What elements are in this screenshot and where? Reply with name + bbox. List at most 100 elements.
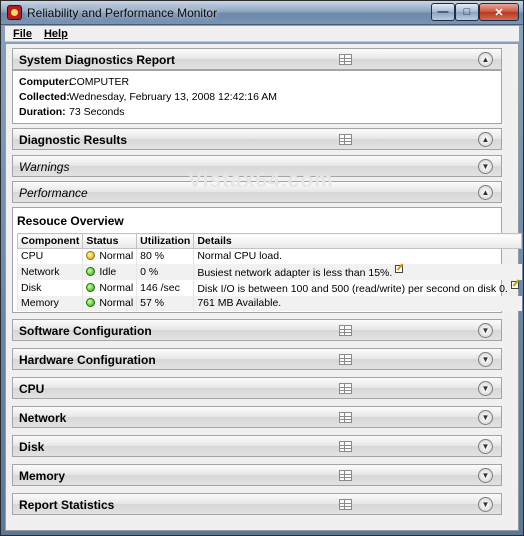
chevron-up-icon[interactable]: ▲ <box>478 132 493 147</box>
status-cell: Idle <box>82 263 137 280</box>
table-view-icon[interactable] <box>339 54 352 65</box>
table-view-icon[interactable] <box>339 470 352 481</box>
menu-file[interactable]: File <box>13 28 32 40</box>
section-label: Software Configuration <box>19 324 152 338</box>
computer-row: Computer:COMPUTER <box>19 76 129 88</box>
component-cell: Network <box>16 263 83 280</box>
section-label: Warnings <box>19 160 70 174</box>
table-row: Memory Normal 57 % 761 MB Available. <box>16 295 522 311</box>
status-green-icon <box>86 282 96 292</box>
collected-value: Wednesday, February 13, 2008 12:42:16 AM <box>69 91 277 103</box>
column-header-component[interactable]: Component <box>16 233 84 249</box>
status-text: Normal <box>99 297 134 309</box>
status-text: Idle <box>99 265 117 278</box>
status-text: Normal <box>99 281 134 294</box>
chevron-down-icon[interactable]: ▼ <box>478 323 493 338</box>
table-view-icon[interactable] <box>339 441 352 452</box>
minimize-button[interactable]: — <box>431 3 455 21</box>
report-info-panel: Computer:COMPUTER Collected:Wednesday, F… <box>12 70 502 124</box>
utilization-cell: 57 % <box>136 295 194 311</box>
status-cell: Normal <box>82 248 137 264</box>
section-software-configuration[interactable]: Software Configuration ▼ <box>12 319 502 341</box>
computer-label: Computer: <box>19 76 73 88</box>
table-row: Disk Normal 146 /sec Disk I/O is between… <box>16 279 522 296</box>
chevron-down-icon[interactable]: ▼ <box>478 468 493 483</box>
table-header-row: Component Status Utilization Details <box>16 233 523 249</box>
section-label: Memory <box>19 469 66 483</box>
details-cell: 761 MB Available. <box>193 295 522 311</box>
table-view-icon[interactable] <box>339 354 352 365</box>
duration-value: 73 Seconds <box>69 106 125 118</box>
chevron-up-icon[interactable]: ▲ <box>478 185 493 200</box>
section-label: Network <box>19 411 67 425</box>
section-network[interactable]: Network ▼ <box>12 406 502 428</box>
details-cell: Normal CPU load. <box>193 248 522 264</box>
report-content: System Diagnostics Report ▲ Computer:COM… <box>5 43 523 531</box>
details-text: Disk I/O is between 100 and 500 (read/wr… <box>197 282 508 295</box>
column-header-utilization[interactable]: Utilization <box>136 233 195 249</box>
chevron-up-icon[interactable]: ▲ <box>478 52 493 67</box>
resource-table: Component Status Utilization Details CPU… <box>16 233 523 311</box>
table-view-icon[interactable] <box>339 325 352 336</box>
note-icon[interactable] <box>510 280 519 289</box>
note-icon[interactable] <box>395 264 404 273</box>
table-view-icon[interactable] <box>339 383 352 394</box>
status-yellow-icon <box>86 251 96 261</box>
table-row: CPU Normal 80 % Normal CPU load. <box>16 248 522 264</box>
utilization-cell: 0 % <box>136 263 194 280</box>
section-report-statistics[interactable]: Report Statistics ▼ <box>12 493 502 515</box>
chevron-down-icon[interactable]: ▼ <box>478 410 493 425</box>
window-title: Reliability and Performance Monitor <box>27 6 218 20</box>
report-title: System Diagnostics Report <box>19 53 176 67</box>
chevron-down-icon[interactable]: ▼ <box>478 381 493 396</box>
status-green-icon <box>86 266 96 276</box>
resource-overview-title: Resouce Overview <box>17 214 124 228</box>
section-memory[interactable]: Memory ▼ <box>12 464 502 486</box>
section-label: Performance <box>19 186 88 200</box>
details-text: Busiest network adapter is less than 15%… <box>197 266 393 279</box>
section-hardware-configuration[interactable]: Hardware Configuration ▼ <box>12 348 502 370</box>
status-text: Normal <box>99 250 134 263</box>
component-cell: CPU <box>16 248 83 264</box>
table-view-icon[interactable] <box>339 499 352 510</box>
section-label: Hardware Configuration <box>19 353 156 367</box>
status-green-icon <box>86 298 96 307</box>
menu-help[interactable]: Help <box>44 28 68 40</box>
section-cpu[interactable]: CPU ▼ <box>12 377 502 399</box>
section-disk[interactable]: Disk ▼ <box>12 435 502 457</box>
section-label: Diagnostic Results <box>19 133 128 147</box>
computer-value: COMPUTER <box>69 76 130 88</box>
chevron-down-icon[interactable]: ▼ <box>478 497 493 512</box>
watermark: Vistax64.com <box>188 169 334 192</box>
table-view-icon[interactable] <box>339 412 352 423</box>
section-label: Report Statistics <box>19 498 115 512</box>
section-diagnostic-results[interactable]: Diagnostic Results ▲ <box>12 128 502 150</box>
chevron-down-icon[interactable]: ▼ <box>478 159 493 174</box>
component-cell: Disk <box>16 279 83 296</box>
section-label: CPU <box>19 382 45 396</box>
column-header-status[interactable]: Status <box>82 233 138 249</box>
report-header-bar[interactable]: System Diagnostics Report ▲ <box>12 48 502 70</box>
table-view-icon[interactable] <box>339 134 352 145</box>
maximize-button[interactable]: □ <box>455 3 479 21</box>
status-cell: Normal <box>82 279 137 296</box>
details-cell: Disk I/O is between 100 and 500 (read/wr… <box>193 279 522 296</box>
collected-label: Collected: <box>19 91 70 103</box>
utilization-cell: 146 /sec <box>136 279 194 296</box>
status-cell: Normal <box>82 295 137 311</box>
title-bar[interactable]: Reliability and Performance Monitor — □ … <box>1 1 523 25</box>
app-window: Reliability and Performance Monitor — □ … <box>0 0 524 536</box>
component-cell: Memory <box>16 295 83 311</box>
perfmon-app-icon <box>7 5 22 20</box>
chevron-down-icon[interactable]: ▼ <box>478 439 493 454</box>
table-row: Network Idle 0 % Busiest network adapter… <box>16 263 522 280</box>
section-label: Disk <box>19 440 45 454</box>
details-cell: Busiest network adapter is less than 15%… <box>193 263 522 280</box>
close-button[interactable]: ✕ <box>479 3 519 21</box>
menu-bar: File Help <box>5 26 519 42</box>
chevron-down-icon[interactable]: ▼ <box>478 352 493 367</box>
utilization-cell: 80 % <box>136 248 194 264</box>
duration-label: Duration: <box>19 106 66 118</box>
column-header-details[interactable]: Details <box>193 233 523 249</box>
collected-row: Collected:Wednesday, February 13, 2008 1… <box>19 91 277 103</box>
